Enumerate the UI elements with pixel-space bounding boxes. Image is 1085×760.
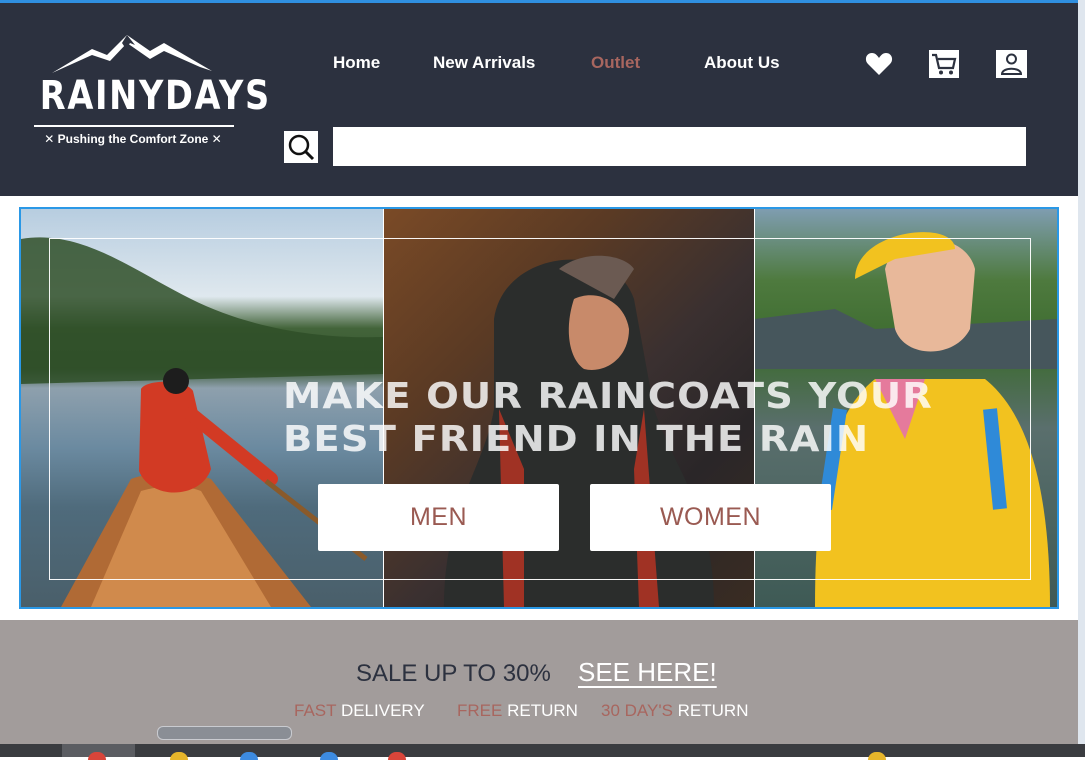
app-icon[interactable]	[170, 752, 188, 760]
nav-new-arrivals[interactable]: New Arrivals	[433, 53, 535, 73]
cart-icon	[929, 50, 959, 78]
app-icon[interactable]	[240, 752, 258, 760]
close-x-icon: ✕	[44, 132, 58, 146]
search-input[interactable]	[333, 127, 1026, 166]
account-button[interactable]	[995, 49, 1027, 79]
window-edge	[1078, 0, 1085, 757]
site-header: RAINYDAYS ✕ Pushing the Comfort Zone ✕ H…	[0, 3, 1078, 196]
perk-fast-delivery: FAST DELIVERY	[294, 701, 425, 721]
search-icon	[288, 134, 315, 161]
app-icon[interactable]	[88, 752, 106, 760]
search-button[interactable]	[284, 131, 318, 163]
perk-30-day-return: 30 DAY'S RETURN	[601, 701, 749, 721]
perk-text: RETURN	[507, 701, 578, 720]
see-here-link[interactable]: SEE HERE!	[578, 657, 717, 688]
favorites-button[interactable]	[863, 49, 895, 79]
horizontal-scrollbar[interactable]	[157, 726, 292, 740]
perk-text: DELIVERY	[340, 701, 425, 720]
hero-headline-line1: MAKE OUR RAINCOATS YOUR	[283, 376, 933, 417]
perk-free-return: FREE RETURN	[457, 701, 578, 721]
perk-accent: FAST	[294, 701, 337, 720]
app-icon[interactable]	[388, 752, 406, 760]
nav-home[interactable]: Home	[333, 53, 380, 73]
sale-text: SALE UP TO 30%	[356, 660, 551, 687]
shop-men-button[interactable]: MEN	[318, 484, 559, 551]
app-icon[interactable]	[868, 752, 886, 760]
cart-button[interactable]	[928, 49, 960, 79]
perk-accent: FREE	[457, 701, 503, 720]
tagline-text: Pushing the Comfort Zone	[57, 132, 209, 146]
user-icon	[995, 50, 1027, 78]
nav-outlet[interactable]: Outlet	[591, 53, 640, 73]
brand-logo[interactable]: RAINYDAYS ✕ Pushing the Comfort Zone ✕	[22, 29, 271, 159]
nav-about-us[interactable]: About Us	[704, 53, 780, 73]
hero-banner: MAKE OUR RAINCOATS YOUR BEST FRIEND IN T…	[19, 207, 1059, 609]
logo-divider	[34, 125, 234, 127]
shop-women-button[interactable]: WOMEN	[590, 484, 831, 551]
perk-accent: 30 DAY'S	[601, 701, 673, 720]
taskbar	[0, 744, 1085, 760]
app-icon[interactable]	[320, 752, 338, 760]
perk-text: RETURN	[677, 701, 749, 720]
heart-icon	[865, 53, 893, 75]
hero-headline-line2: BEST FRIEND IN THE RAIN	[283, 419, 870, 460]
brand-tagline: ✕ Pushing the Comfort Zone ✕	[22, 132, 244, 146]
mountain-icon	[52, 35, 212, 73]
brand-name: RAINYDAYS	[39, 73, 271, 119]
close-x-icon: ✕	[208, 132, 222, 146]
hero-headline: MAKE OUR RAINCOATS YOUR BEST FRIEND IN T…	[283, 375, 968, 461]
